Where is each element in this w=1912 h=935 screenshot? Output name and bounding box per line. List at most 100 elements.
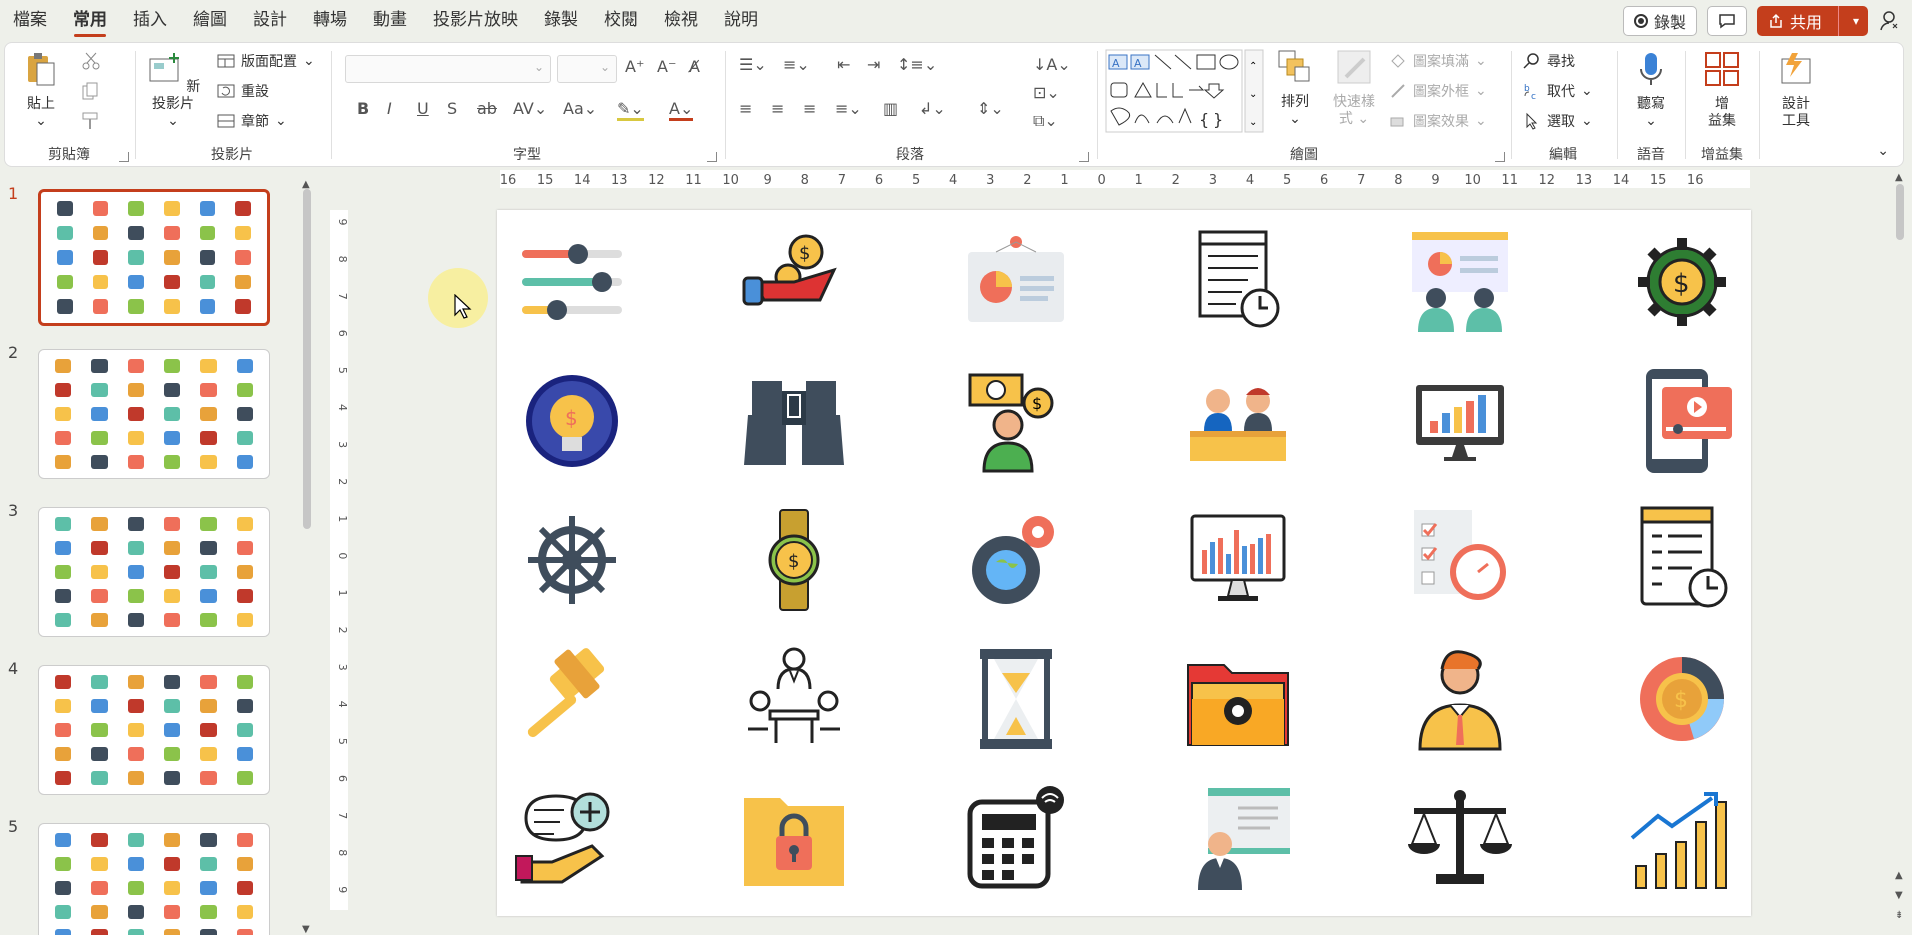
addins-button[interactable]: 增益集: [1699, 51, 1745, 130]
slide-thumbnail-4[interactable]: [38, 665, 270, 795]
find-button[interactable]: 尋找: [1523, 51, 1575, 71]
bold-icon[interactable]: B: [357, 99, 369, 118]
tab-draw[interactable]: 繪圖: [180, 0, 240, 40]
clipboard-launcher[interactable]: [119, 152, 129, 162]
slide-thumbnail-2[interactable]: [38, 349, 270, 479]
copy-icon[interactable]: [81, 81, 101, 101]
binoculars-icon[interactable]: [734, 361, 854, 481]
gavel-icon[interactable]: [512, 639, 632, 759]
text-direction-icon[interactable]: ↲⌄: [919, 99, 946, 118]
sort-icon[interactable]: ↓A⌄: [1033, 55, 1071, 74]
hourglass-icon[interactable]: [956, 639, 1076, 759]
tablet-video-icon[interactable]: [1622, 361, 1742, 481]
select-button[interactable]: 選取 ⌄: [1523, 111, 1593, 131]
align-left-icon[interactable]: ≡: [739, 99, 752, 118]
font-launcher[interactable]: [707, 152, 717, 162]
calculator-wifi-icon[interactable]: [956, 778, 1076, 898]
align-text-icon[interactable]: ⇕⌄: [977, 99, 1004, 118]
checklist-clock-icon[interactable]: [1400, 500, 1520, 620]
shadow-icon[interactable]: S: [447, 99, 457, 118]
schedule-list-clock-icon[interactable]: [1178, 222, 1298, 342]
presentation-board-icon[interactable]: [956, 222, 1076, 342]
tab-slideshow[interactable]: 投影片放映: [420, 0, 531, 40]
decrease-font-icon[interactable]: A⁻: [657, 57, 676, 76]
meeting-desk-icon[interactable]: [1178, 361, 1298, 481]
tab-animations[interactable]: 動畫: [360, 0, 420, 40]
tab-design[interactable]: 設計: [240, 0, 300, 40]
tab-home[interactable]: 常用: [60, 0, 120, 40]
businessman-icon[interactable]: [1400, 639, 1520, 759]
char-spacing-icon[interactable]: AV⌄: [513, 99, 547, 118]
folder-lock-icon[interactable]: [734, 778, 854, 898]
designer-button[interactable]: 設計 工具: [1773, 51, 1819, 130]
quick-styles-button[interactable]: 快速樣式 ⌄: [1329, 49, 1379, 128]
lightbulb-dollar-icon[interactable]: $: [512, 361, 632, 481]
underline-icon[interactable]: U: [417, 99, 429, 118]
new-slide-button[interactable]: 新投影片 ⌄: [145, 51, 201, 130]
dictate-button[interactable]: 聽寫 ⌄: [1629, 51, 1673, 130]
align-center-icon[interactable]: ≡: [771, 99, 784, 118]
change-case-icon[interactable]: Aa⌄: [563, 99, 597, 118]
share-button[interactable]: 共用 ▾: [1756, 6, 1868, 36]
numbering-icon[interactable]: ≡⌄: [783, 55, 810, 74]
shape-effects-button[interactable]: 圖案效果 ⌄: [1389, 111, 1487, 131]
clear-format-icon[interactable]: A̸: [689, 57, 700, 76]
thumbnail-scrollbar[interactable]: ▲▼: [300, 177, 314, 935]
section-button[interactable]: 章節 ⌄: [217, 111, 287, 131]
decrease-indent-icon[interactable]: ⇤: [837, 55, 850, 74]
layout-button[interactable]: 版面配置 ⌄: [217, 51, 315, 71]
tab-view[interactable]: 檢視: [651, 0, 711, 40]
font-size-combo[interactable]: ⌄: [557, 55, 617, 83]
shape-fill-button[interactable]: 圖案填滿 ⌄: [1389, 51, 1487, 71]
gears-globe-icon[interactable]: [956, 500, 1076, 620]
bullets-icon[interactable]: ☰⌄: [739, 55, 767, 74]
paste-button[interactable]: 貼上 ⌄: [19, 51, 63, 130]
account-icon[interactable]: [1878, 9, 1902, 33]
drawing-launcher[interactable]: [1495, 152, 1505, 162]
hand-coin-icon[interactable]: $: [734, 222, 854, 342]
comments-button[interactable]: [1706, 6, 1747, 36]
slide-scrollbar[interactable]: ▲ ▲ ▼ ⇟: [1892, 170, 1908, 930]
sliders-icon[interactable]: [512, 222, 632, 342]
tab-file[interactable]: 檔案: [0, 0, 60, 40]
format-painter-icon[interactable]: [81, 111, 101, 131]
tab-help[interactable]: 說明: [711, 0, 771, 40]
monitor-bar-chart-icon[interactable]: [1178, 500, 1298, 620]
shapes-gallery[interactable]: A A {} ⌃ ⌄ ⌄: [1105, 49, 1265, 133]
paragraph-launcher[interactable]: [1079, 152, 1089, 162]
team-meeting-icon[interactable]: [734, 639, 854, 759]
donut-dollar-icon[interactable]: $: [1622, 639, 1742, 759]
record-button[interactable]: 錄製: [1622, 6, 1697, 36]
document-clock-icon[interactable]: [1622, 500, 1742, 620]
line-spacing-icon[interactable]: ↕≡⌄: [897, 55, 937, 74]
italic-icon[interactable]: I: [387, 99, 392, 118]
ship-wheel-icon[interactable]: [512, 500, 632, 620]
smartart-icon[interactable]: ⊡⌄: [1033, 83, 1060, 102]
balance-scale-icon[interactable]: [1400, 778, 1520, 898]
align-right-icon[interactable]: ≡: [803, 99, 816, 118]
money-businessman-icon[interactable]: $: [956, 361, 1076, 481]
justify-icon[interactable]: ≡⌄: [835, 99, 862, 118]
replace-button[interactable]: b c 取代 ⌄: [1523, 81, 1593, 101]
shape-outline-button[interactable]: 圖案外框 ⌄: [1389, 81, 1487, 101]
growth-chart-icon[interactable]: [1622, 778, 1742, 898]
tab-insert[interactable]: 插入: [120, 0, 180, 40]
font-name-combo[interactable]: ⌄: [345, 55, 551, 83]
convert-icon[interactable]: ⧉⌄: [1033, 111, 1058, 131]
presenter-board-icon[interactable]: [1178, 778, 1298, 898]
tab-record[interactable]: 錄製: [531, 0, 591, 40]
tab-transitions[interactable]: 轉場: [300, 0, 360, 40]
slide-canvas[interactable]: $ $ $ $ $ $: [497, 210, 1751, 916]
strikethrough-icon[interactable]: ab: [477, 99, 497, 118]
share-dropdown-icon[interactable]: ▾: [1845, 14, 1867, 28]
cut-icon[interactable]: [81, 51, 101, 71]
collapse-ribbon-icon[interactable]: ⌄: [1877, 143, 1889, 159]
slide-thumbnail-5[interactable]: [38, 823, 270, 935]
arrange-button[interactable]: 排列 ⌄: [1275, 49, 1315, 128]
monitor-chart-icon[interactable]: [1400, 361, 1520, 481]
slide-thumbnail-3[interactable]: [38, 507, 270, 637]
increase-indent-icon[interactable]: ⇥: [867, 55, 880, 74]
increase-font-icon[interactable]: A⁺: [625, 57, 644, 76]
idea-hand-icon[interactable]: [512, 778, 632, 898]
gear-dollar-icon[interactable]: $: [1622, 222, 1742, 342]
